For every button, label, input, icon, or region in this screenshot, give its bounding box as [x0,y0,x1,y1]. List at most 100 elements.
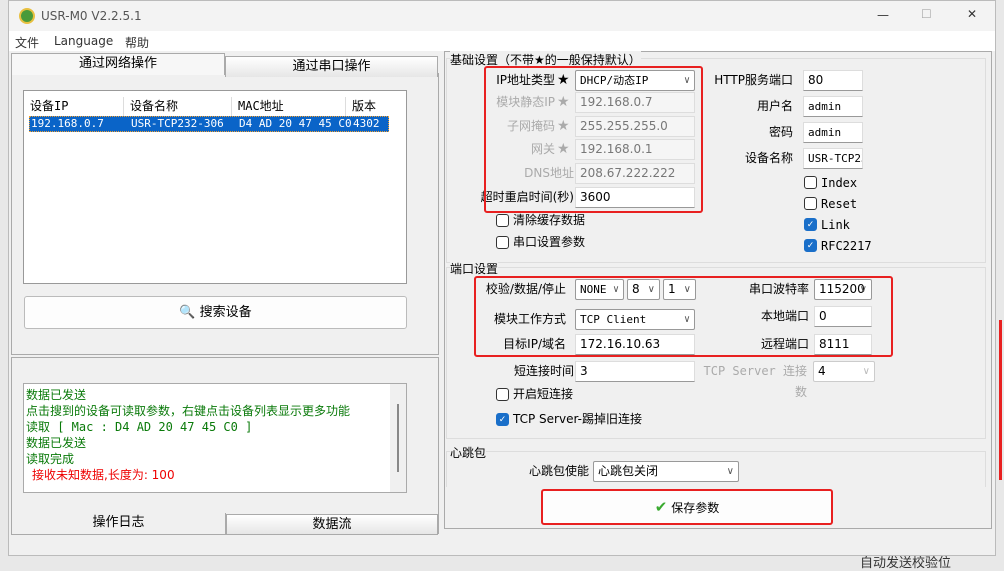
heartbeat-enable-label: 心跳包使能 [528,464,589,478]
dns-label: DNS地址 [524,166,574,180]
port-settings-title: 端口设置 [450,260,499,277]
device-name-input[interactable]: USR-TCP23 [803,148,863,169]
remote-port-input[interactable]: 8111 [814,334,872,355]
app-window: USR-M0 V2.2.5.1 — ☐ ✕ 文件 Language 帮助 通过网… [8,0,996,556]
chevron-down-icon: ∨ [683,284,691,295]
http-port-label: HTTP服务端口 [714,73,793,87]
rfc2217-checkbox[interactable]: ✓ [804,239,817,252]
data-bits-select[interactable]: 8 ∨ [627,279,660,300]
reset-label: Reset [821,197,858,211]
parity-select[interactable]: NONE ∨ [575,279,624,300]
http-port-input[interactable]: 80 [803,70,863,91]
heartbeat-enable-select[interactable]: 心跳包关闭 ∨ [593,461,739,482]
log-line: 数据已发送 [26,436,87,450]
username-input[interactable]: admin [803,96,863,117]
tcp-server-conn-label: TCP Server 连接数 [703,364,807,399]
app-icon [19,8,35,24]
index-checkbox[interactable] [804,176,817,189]
tab-operation-log[interactable]: 操作日志 [11,513,226,535]
check-icon: ✔ [654,498,668,516]
chevron-down-icon: ∨ [859,284,867,295]
cell-ip: 192.168.0.7 [31,117,104,130]
link-label: Link [821,218,850,232]
rfc2217-label: RFC2217 [821,239,872,253]
timeout-input[interactable]: 3600 [575,187,695,208]
maximize-button[interactable]: ☐ [921,7,932,21]
col-name[interactable]: 设备名称 [130,97,232,117]
save-label: 保存参数 [671,501,720,515]
col-mac[interactable]: MAC地址 [238,97,346,117]
index-label: Index [821,176,858,190]
serial-params-label: 串口设置参数 [513,235,586,249]
gateway-input: 192.168.0.1 [575,139,695,160]
log-line: 读取 [ Mac : D4 AD 20 47 45 C0 ] [26,420,253,434]
chevron-down-icon: ∨ [647,284,655,295]
kick-old-label: TCP Server-踢掉旧连接 [513,412,642,426]
log-box: 数据已发送 点击搜到的设备可读取参数，右键点击设备列表显示更多功能 读取 [ M… [23,383,407,493]
password-label: 密码 [768,125,793,139]
clear-cache-label: 清除缓存数据 [513,213,586,227]
log-line: 读取完成 [26,452,75,466]
search-device-button[interactable]: 🔍 搜索设备 [24,296,407,329]
username-label: 用户名 [756,99,793,113]
chevron-down-icon: ∨ [683,75,690,86]
basic-settings-title: 基础设置（不带★的一般保持默认） [450,51,641,68]
tab-data-stream[interactable]: 数据流 [226,514,438,535]
cell-name: USR-TCP232-306 [131,117,224,130]
chevron-down-icon: ∨ [726,466,734,477]
menu-file[interactable]: 文件 [15,34,39,51]
short-conn-checkbox[interactable] [496,388,509,401]
parity-label: 校验/数据/停止 [485,282,566,296]
target-ip-input[interactable]: 172.16.10.63 [575,334,695,355]
ip-type-select[interactable]: DHCP/动态IP ∨ [575,70,695,91]
work-mode-label: 模块工作方式 [493,312,566,326]
static-ip-label: 模块静态IP [496,95,555,109]
table-row[interactable]: 192.168.0.7 USR-TCP232-306 D4 AD 20 47 4… [29,116,389,132]
tab-network[interactable]: 通过网络操作 [11,53,225,75]
menu-help[interactable]: 帮助 [125,34,149,51]
log-line: 数据已发送 [26,388,87,402]
kick-old-checkbox[interactable]: ✓ [496,413,509,426]
timeout-label: 超时重启时间(秒) [480,190,574,204]
short-conn-label: 开启短连接 [513,387,574,401]
close-button[interactable]: ✕ [967,7,977,21]
tab-serial[interactable]: 通过串口操作 [225,56,438,77]
heartbeat-title: 心跳包 [450,444,487,461]
remote-port-label: 远程端口 [760,337,809,351]
chevron-down-icon: ∨ [612,284,619,295]
stop-bits-select[interactable]: 1 ∨ [663,279,696,300]
link-checkbox[interactable]: ✓ [804,218,817,231]
static-ip-input: 192.168.0.7 [575,92,695,113]
work-mode-select[interactable]: TCP Client ∨ [575,309,695,330]
baud-label: 串口波特率 [748,282,809,296]
reset-checkbox[interactable] [804,197,817,210]
ip-type-label: IP地址类型 [496,73,555,87]
short-conn-time-input[interactable]: 3 [575,361,695,382]
title-bar: USR-M0 V2.2.5.1 — ☐ ✕ [9,1,995,31]
minimize-button[interactable]: — [877,8,889,22]
star-icon: ★ [557,141,570,157]
target-ip-label: 目标IP/域名 [503,337,566,351]
chevron-down-icon: ∨ [683,314,690,325]
device-list[interactable]: 设备IP 设备名称 MAC地址 版本 192.168.0.7 USR-TCP23… [23,90,407,284]
short-conn-time-label: 短连接时间 [513,364,574,378]
baud-select[interactable]: 115200 ∨ [814,279,872,300]
star-icon: ★ [557,94,570,110]
menu-language[interactable]: Language [54,34,113,48]
clear-cache-checkbox[interactable] [496,214,509,227]
serial-params-checkbox[interactable] [496,236,509,249]
local-port-input[interactable]: 0 [814,306,872,327]
save-params-button[interactable]: ✔ 保存参数 [541,489,833,525]
col-version[interactable]: 版本 [352,97,376,114]
star-icon: ★ [557,118,570,134]
subnet-mask-input: 255.255.255.0 [575,116,695,137]
local-port-label: 本地端口 [760,309,809,323]
menu-bar: 文件 Language 帮助 [9,31,995,51]
dns-input: 208.67.222.222 [575,163,695,184]
password-input[interactable]: admin [803,122,863,143]
log-line: 点击搜到的设备可读取参数，右键点击设备列表显示更多功能 [26,404,351,418]
log-scrollbar[interactable] [390,384,406,492]
cell-mac: D4 AD 20 47 45 C0 [239,117,352,130]
col-ip[interactable]: 设备IP [30,97,124,117]
star-icon: ★ [557,72,570,88]
